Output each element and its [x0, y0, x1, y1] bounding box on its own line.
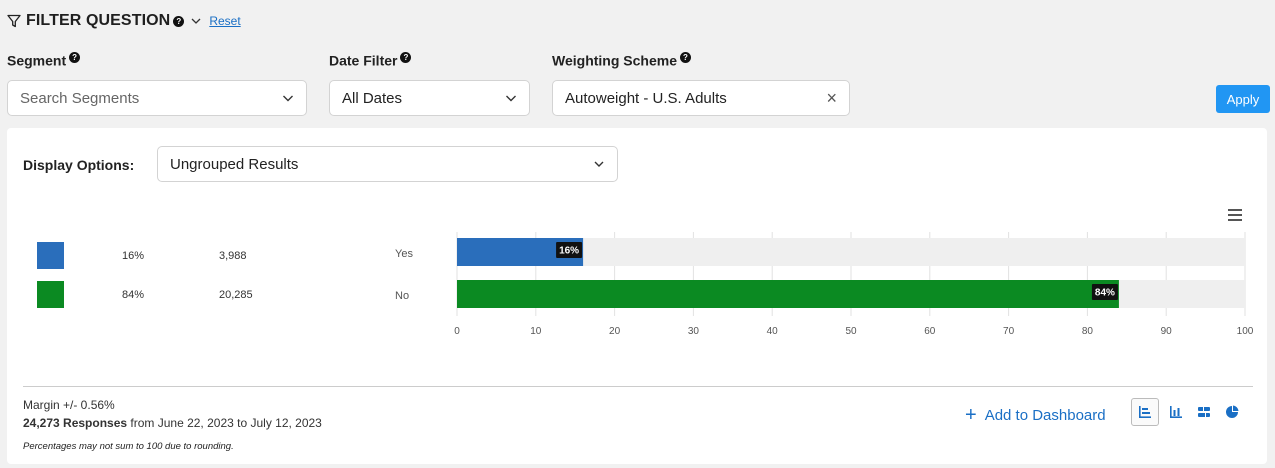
- row-label-yes: Yes: [395, 248, 413, 260]
- segment-placeholder: Search Segments: [20, 89, 140, 107]
- display-options-select[interactable]: Ungrouped Results: [157, 146, 618, 182]
- row-percent-yes: 16%: [122, 250, 145, 262]
- x-tick-label: 40: [767, 326, 779, 337]
- plus-icon: +: [965, 404, 977, 426]
- x-tick-label: 100: [1237, 326, 1254, 337]
- help-icon[interactable]: ?: [173, 15, 185, 27]
- chevron-down-icon: [506, 95, 516, 102]
- stacked-bar-chart-icon: [1198, 407, 1210, 417]
- weighting-scheme-label-text: Weighting Scheme: [552, 52, 677, 69]
- date-filter-label-text: Date Filter: [329, 52, 398, 69]
- add-to-dashboard-button[interactable]: + Add to Dashboard: [965, 405, 1106, 425]
- data-label: 16%: [559, 246, 579, 257]
- date-filter-value: All Dates: [342, 89, 403, 107]
- chevron-down-icon: [283, 95, 293, 102]
- display-options-label: Display Options:: [23, 157, 135, 173]
- legend-swatch-no: [37, 281, 64, 308]
- results-card: Display Options: Ungrouped Results 16% 3…: [7, 128, 1267, 464]
- pie-chart-icon: [1226, 405, 1239, 418]
- filter-icon: [7, 14, 21, 28]
- date-filter-label: Date Filter?: [329, 52, 412, 69]
- help-icon[interactable]: ?: [400, 52, 412, 63]
- margin-of-error: Margin +/- 0.56%: [23, 398, 115, 412]
- apply-button[interactable]: Apply: [1216, 85, 1270, 113]
- responses-date-range: from June 22, 2023 to July 12, 2023: [127, 416, 322, 430]
- x-tick-label: 30: [688, 326, 700, 337]
- segment-label-text: Segment: [7, 52, 67, 69]
- horizontal-bar-chart-icon: [1139, 406, 1151, 418]
- stacked-bar-chart-button[interactable]: [1190, 398, 1218, 426]
- x-tick-label: 20: [609, 326, 621, 337]
- bar-chart: 16% 84% 0 10 20 30 40 50 60 70 80 90 100: [454, 232, 1254, 337]
- x-tick-label: 90: [1161, 326, 1173, 337]
- help-icon[interactable]: ?: [69, 52, 81, 63]
- chevron-down-icon[interactable]: [190, 15, 202, 27]
- hamburger-menu-icon[interactable]: [1227, 208, 1243, 222]
- segment-label: Segment?: [7, 52, 81, 69]
- clear-icon[interactable]: ×: [826, 88, 837, 109]
- x-tick-label: 60: [924, 326, 936, 337]
- rounding-note: Percentages may not sum to 100 due to ro…: [23, 441, 234, 452]
- responses-summary: 24,273 Responses from June 22, 2023 to J…: [23, 416, 322, 430]
- filter-question-title: FILTER QUESTION: [26, 12, 171, 29]
- weighting-scheme-value: Autoweight - U.S. Adults: [565, 89, 727, 107]
- x-tick-label: 80: [1082, 326, 1094, 337]
- filter-question-header: FILTER QUESTION ? Reset: [7, 9, 241, 33]
- weighting-scheme-label: Weighting Scheme?: [552, 52, 691, 69]
- weighting-scheme-select[interactable]: Autoweight - U.S. Adults ×: [552, 80, 850, 116]
- add-to-dashboard-label: Add to Dashboard: [984, 406, 1106, 424]
- display-options-value: Ungrouped Results: [170, 155, 299, 173]
- horizontal-bar-chart-button[interactable]: [1131, 398, 1159, 426]
- chevron-down-icon: [594, 161, 604, 167]
- legend-swatch-yes: [37, 242, 64, 269]
- segment-select[interactable]: Search Segments: [7, 80, 307, 116]
- x-tick-label: 10: [530, 326, 542, 337]
- bar-no: [457, 280, 1119, 308]
- row-percent-no: 84%: [122, 289, 145, 301]
- reset-link[interactable]: Reset: [209, 14, 240, 28]
- responses-count: 24,273 Responses: [23, 416, 128, 430]
- vertical-bar-chart-button[interactable]: [1162, 398, 1190, 426]
- row-label-no: No: [395, 290, 410, 302]
- pie-chart-button[interactable]: [1218, 398, 1246, 426]
- x-tick-label: 70: [1003, 326, 1015, 337]
- x-tick-label: 0: [454, 326, 460, 337]
- help-icon[interactable]: ?: [679, 52, 691, 63]
- data-label: 84%: [1095, 288, 1115, 299]
- footer-divider: [23, 386, 1253, 387]
- row-count-yes: 3,988: [219, 250, 247, 262]
- date-filter-select[interactable]: All Dates: [329, 80, 530, 116]
- row-count-no: 20,285: [219, 289, 253, 301]
- vertical-bar-chart-icon: [1170, 406, 1182, 418]
- x-tick-label: 50: [845, 326, 857, 337]
